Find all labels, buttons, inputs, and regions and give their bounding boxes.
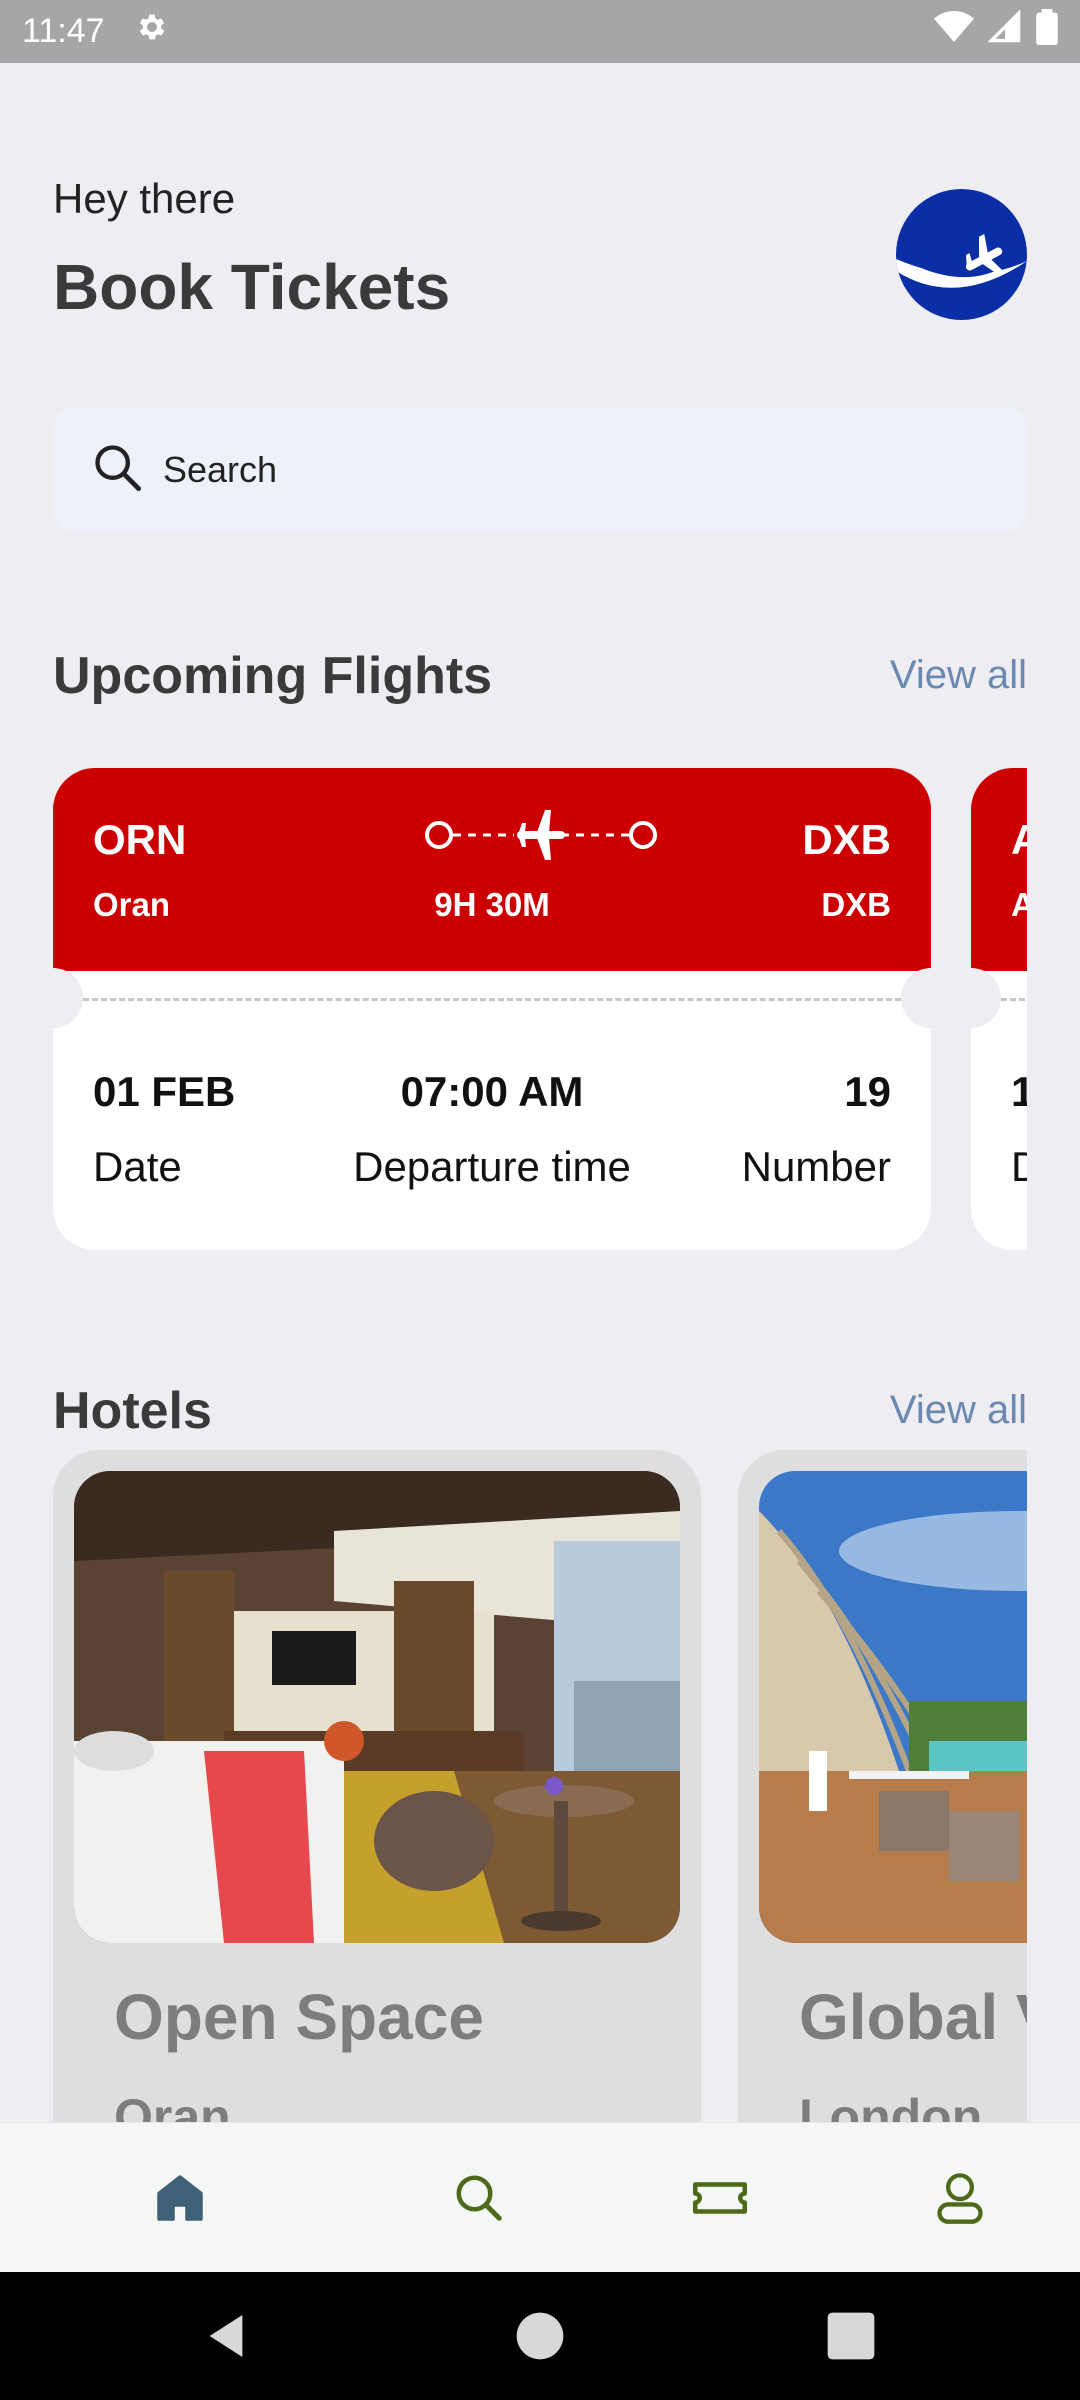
origin-city: A <box>1011 886 1027 923</box>
hotel-city: Oran <box>114 2089 231 2122</box>
hotel-card[interactable]: Open Space Oran <box>53 1450 701 2122</box>
flights-carousel[interactable]: ORN Oran 9H 30M DXB DXB 01 FEB Date 07:0… <box>53 768 1027 1250</box>
route-line-icon <box>425 810 657 860</box>
origin-code: A <box>1011 816 1027 863</box>
flight-card[interactable]: ORN Oran 9H 30M DXB DXB 01 FEB Date 07:0… <box>53 768 961 1250</box>
flight-number-label: Number <box>741 1143 891 1190</box>
plane-icon <box>517 810 565 860</box>
profile-icon <box>937 2173 983 2224</box>
flights-view-all-link[interactable]: View all <box>890 653 1027 698</box>
status-bar: 11:47 <box>0 0 1080 63</box>
wifi-icon <box>934 10 974 53</box>
ticket-divider <box>1001 998 1027 1001</box>
search-icon <box>91 441 143 498</box>
ticket-notch-left <box>941 968 1001 1028</box>
nav-home[interactable] <box>145 2163 215 2233</box>
battery-icon <box>1036 9 1058 54</box>
nav-search[interactable] <box>444 2163 514 2233</box>
section-title-hotels: Hotels <box>53 1382 212 1440</box>
flight-date-label: D <box>1011 1143 1027 1190</box>
flight-card-header: ORN Oran 9H 30M DXB DXB <box>53 768 931 971</box>
origin-code: ORN <box>93 816 187 863</box>
hotels-view-all-link[interactable]: View all <box>890 1388 1027 1433</box>
settings-icon <box>135 10 169 53</box>
flight-card[interactable]: A A 1 D <box>941 768 1027 1250</box>
hotel-name: Open Space <box>114 1981 484 2053</box>
flight-number: 19 <box>844 1068 891 1115</box>
hotel-photo <box>74 1471 680 1943</box>
airline-logo <box>896 189 1027 320</box>
bottom-navigation <box>0 2122 1080 2272</box>
hotel-card[interactable]: Global V London <box>738 1450 1027 2122</box>
flight-card-header: A A <box>971 768 1027 971</box>
status-time: 11:47 <box>22 12 105 50</box>
destination-code: DXB <box>802 816 891 863</box>
nav-tickets[interactable] <box>685 2163 755 2233</box>
system-navigation-bar <box>0 2272 1080 2400</box>
search-icon <box>456 2175 502 2221</box>
hotel-city: London <box>799 2089 983 2122</box>
nav-profile[interactable] <box>925 2163 995 2233</box>
hotels-carousel[interactable]: Open Space Oran Global V London <box>53 1450 1027 2122</box>
search-placeholder: Search <box>163 448 278 490</box>
departure-time: 07:00 AM <box>400 1068 584 1115</box>
home-icon <box>157 2175 203 2221</box>
recents-icon[interactable] <box>823 2308 879 2364</box>
flight-duration: 9H 30M <box>434 886 550 923</box>
hotel-name: Global V <box>799 1981 1027 2053</box>
home-button-icon[interactable] <box>512 2308 568 2364</box>
page-title: Book Tickets <box>53 251 451 323</box>
flight-date: 1 <box>1011 1068 1027 1115</box>
search-input[interactable]: Search <box>53 407 1027 532</box>
back-icon[interactable] <box>198 2308 254 2364</box>
hotel-photo <box>759 1471 1027 1943</box>
signal-icon <box>987 9 1022 53</box>
section-title-flights: Upcoming Flights <box>53 647 493 705</box>
greeting-text: Hey there <box>53 175 236 222</box>
ticket-icon <box>693 2182 747 2214</box>
ticket-divider <box>83 998 901 1001</box>
destination-city: DXB <box>821 886 891 923</box>
